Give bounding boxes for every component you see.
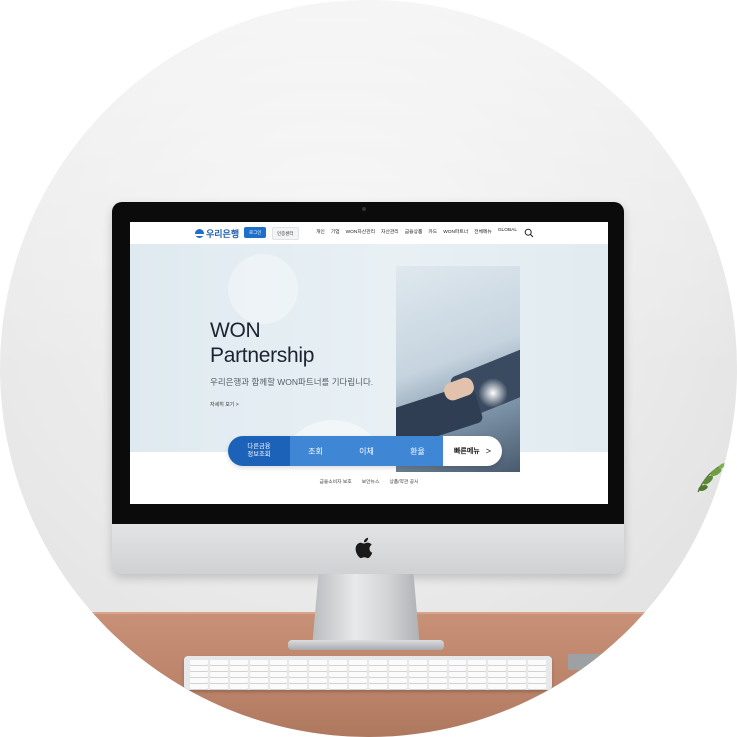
woori-logo-icon: [195, 229, 204, 238]
exchange-rate-button[interactable]: 환율: [392, 436, 443, 466]
site-logo[interactable]: 우리은행: [195, 227, 239, 240]
website-screen: 우리은행 로그인 인증센터 개인 기업 WON자산관리 자산관리 금융상품 카드…: [130, 222, 608, 504]
footer-link-product-disclosure[interactable]: 상품/약관 공시: [389, 478, 418, 485]
hero-more-link[interactable]: 자세히 보기 >: [210, 401, 239, 408]
quick-menu-button[interactable]: 빠른메뉴 >: [443, 436, 502, 466]
trackpad: [568, 654, 628, 670]
footer-link-consumer-protection[interactable]: 금융소비자 보호: [319, 478, 351, 485]
inquiry-button[interactable]: 조회: [290, 436, 341, 466]
nav-item-partner[interactable]: WON파트너: [443, 228, 468, 235]
search-icon[interactable]: [524, 228, 534, 238]
nav-item-personal[interactable]: 개인: [316, 228, 325, 235]
light-glow: [478, 378, 508, 408]
other-finance-label: 다른금융 정보조회: [247, 443, 271, 458]
camera: [362, 207, 366, 211]
nav-item-card[interactable]: 카드: [428, 228, 437, 235]
site-header: 우리은행 로그인 인증센터 개인 기업 WON자산관리 자산관리 금융상품 카드…: [130, 222, 608, 245]
chevron-right-icon: >: [485, 446, 492, 456]
plant-icon: [697, 463, 726, 493]
decor-circle: [228, 254, 298, 324]
keyboard: [184, 656, 552, 690]
apple-logo-icon: [355, 537, 373, 559]
nav-item-all-menu[interactable]: 전체메뉴: [474, 228, 492, 235]
hero-subtitle: 우리은행과 함께할 WON파트너를 기다립니다.: [210, 377, 374, 387]
nav-item-global[interactable]: GLOBAL: [498, 228, 517, 235]
nav-item-corporate[interactable]: 기업: [331, 228, 340, 235]
transfer-button[interactable]: 이체: [341, 436, 392, 466]
logo-text: 우리은행: [206, 229, 240, 239]
other-finance-inquiry-button[interactable]: 다른금융 정보조회: [228, 436, 290, 466]
login-button[interactable]: 로그인: [244, 227, 267, 238]
monitor-stand-base: [288, 640, 444, 650]
nav-item-won-asset[interactable]: WON자산관리: [346, 228, 375, 235]
footer-links: 금융소비자 보호 보안뉴스 상품/약관 공시: [130, 478, 608, 485]
main-nav: 개인 기업 WON자산관리 자산관리 금융상품 카드 WON파트너 전체메뉴 G…: [316, 228, 517, 235]
hero-banner: WON Partnership 우리은행과 함께할 WON파트너를 기다립니다.…: [130, 244, 608, 504]
quick-service-bar: 다른금융 정보조회 조회 이체 환율 빠른메뉴 >: [228, 436, 502, 466]
cert-center-button[interactable]: 인증센터: [272, 227, 299, 240]
footer-link-security-news[interactable]: 보안뉴스: [362, 478, 380, 485]
monitor-stand: [312, 574, 420, 648]
nav-item-products[interactable]: 금융상품: [405, 228, 423, 235]
quick-menu-label: 빠른메뉴: [453, 448, 480, 455]
hero-title: WON Partnership: [210, 319, 315, 367]
nav-item-asset[interactable]: 자산관리: [381, 228, 399, 235]
photo-scene: 우리은행 로그인 인증센터 개인 기업 WON자산관리 자산관리 금융상품 카드…: [0, 0, 737, 737]
